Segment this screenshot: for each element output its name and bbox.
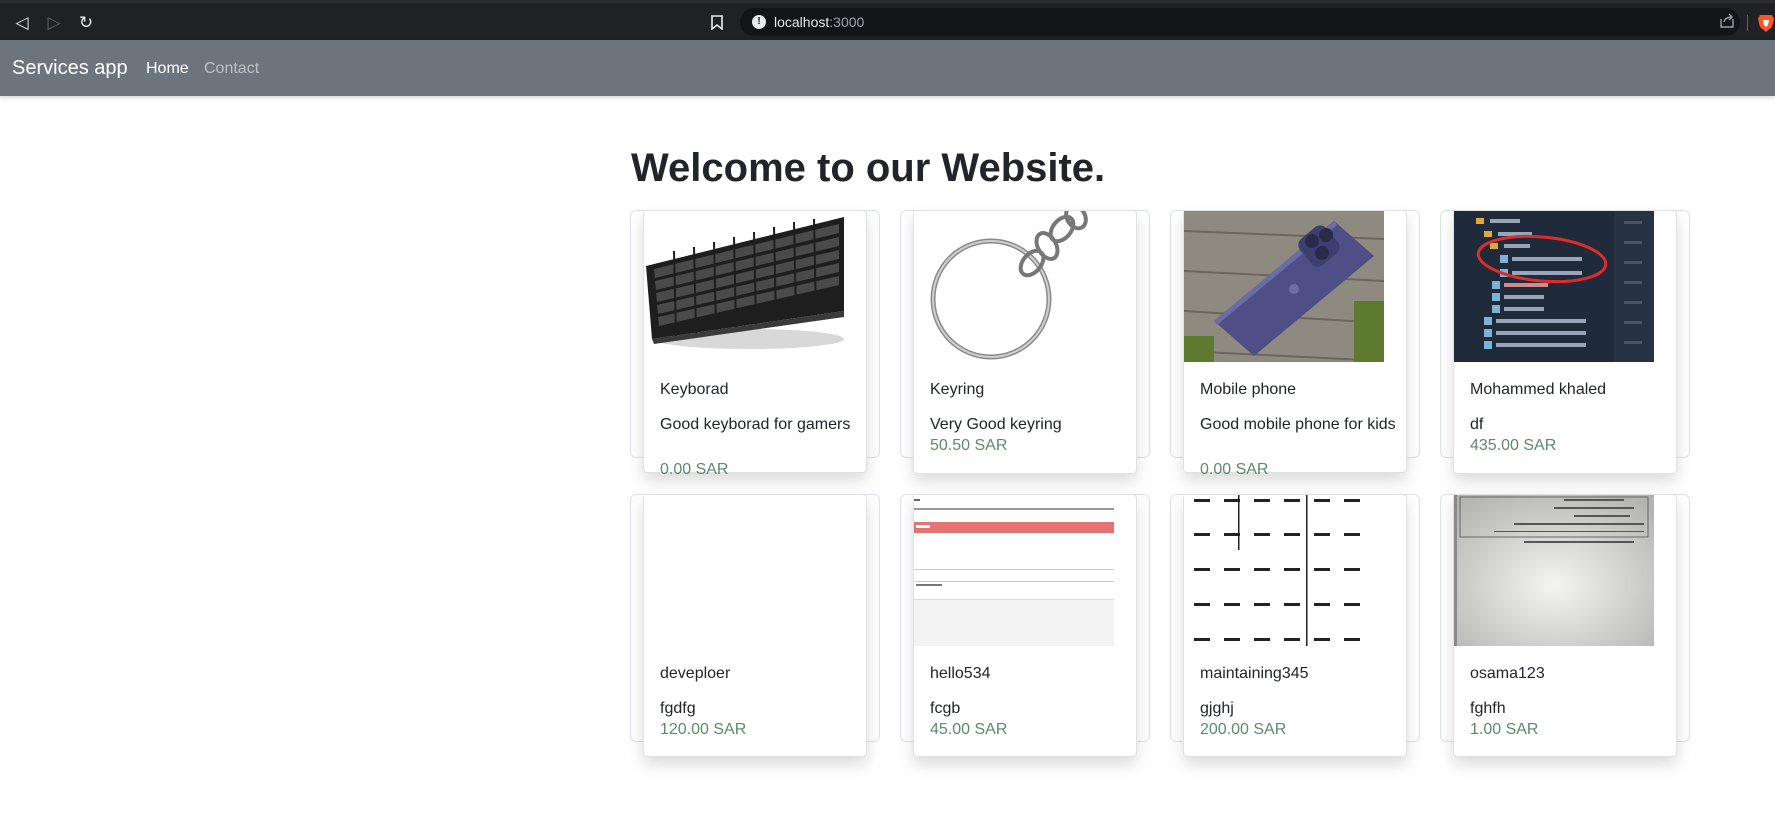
nav-contact-link[interactable]: Contact xyxy=(204,60,259,78)
product-price: 1.00 SAR xyxy=(1470,721,1539,738)
product-description: Very Good keyring xyxy=(930,416,1062,433)
navbar-brand[interactable]: Services app xyxy=(12,57,128,80)
product-description: fghfh xyxy=(1470,700,1506,717)
product-name: maintaining345 xyxy=(1200,665,1309,682)
product-card[interactable]: Mohammed khaled df 435.00 SAR xyxy=(1453,210,1677,474)
product-image-document-scan xyxy=(1454,495,1654,646)
product-name: hello534 xyxy=(930,665,991,682)
product-price: 435.00 SAR xyxy=(1470,437,1557,454)
site-info-icon[interactable]: ! xyxy=(752,15,766,29)
product-image-form-screenshot xyxy=(914,495,1114,646)
product-price: 50.50 SAR xyxy=(930,437,1008,454)
product-name: Keyring xyxy=(930,381,985,398)
url-text[interactable]: localhost:3000 xyxy=(774,14,864,30)
product-description: Good mobile phone for kids xyxy=(1200,416,1396,433)
back-icon[interactable]: ◁ xyxy=(10,11,34,35)
address-bar[interactable]: ! localhost:3000 xyxy=(740,8,1740,36)
product-image-keyboard xyxy=(644,211,844,362)
product-price: 0.00 SAR xyxy=(660,461,729,478)
product-card[interactable]: hello534 fcgb 45.00 SAR xyxy=(913,494,1137,757)
toolbar-divider xyxy=(1747,15,1748,31)
forward-icon[interactable]: ▷ xyxy=(42,11,66,35)
product-card[interactable]: maintaining345 gjghj 200.00 SAR xyxy=(1183,494,1407,757)
product-description: fcgb xyxy=(930,700,961,717)
page-heading: Welcome to our Website. xyxy=(631,146,1106,190)
product-card[interactable]: osama123 fghfh 1.00 SAR xyxy=(1453,494,1677,757)
product-name: deveploer xyxy=(660,665,731,682)
bookmark-icon[interactable] xyxy=(708,11,726,35)
nav-home-link[interactable]: Home xyxy=(146,60,189,78)
product-image-pattern xyxy=(1184,495,1384,646)
product-image-file-tree xyxy=(1454,211,1654,362)
product-description: Good keyborad for gamers xyxy=(660,416,851,433)
product-price: 200.00 SAR xyxy=(1200,721,1287,738)
product-card[interactable]: Keyborad Good keyborad for gamers 0.00 S… xyxy=(643,210,867,478)
product-name: Mohammed khaled xyxy=(1470,381,1607,398)
product-description: fgdfg xyxy=(660,700,696,717)
product-price: 0.00 SAR xyxy=(1200,461,1269,478)
product-card[interactable]: Mobile phone Good mobile phone for kids … xyxy=(1183,210,1407,478)
reload-icon[interactable]: ↻ xyxy=(74,11,98,35)
product-description: gjghj xyxy=(1200,700,1234,717)
product-name: Mobile phone xyxy=(1200,381,1297,398)
product-price: 45.00 SAR xyxy=(930,721,1008,738)
product-card[interactable]: Keyring Very Good keyring 50.50 SAR xyxy=(913,210,1137,474)
product-image-keyring xyxy=(914,211,1114,362)
product-description: df xyxy=(1470,416,1484,433)
product-name: Keyborad xyxy=(660,381,729,398)
browser-toolbar: ◁ ▷ ↻ ! localhost:3000 xyxy=(0,0,1775,40)
share-icon[interactable] xyxy=(1718,13,1736,31)
product-image-blank xyxy=(644,495,844,646)
brave-lion-icon[interactable] xyxy=(1757,13,1775,33)
product-name: osama123 xyxy=(1470,665,1545,682)
product-price: 120.00 SAR xyxy=(660,721,747,738)
product-image-phone xyxy=(1184,211,1384,362)
product-card[interactable]: deveploer fgdfg 120.00 SAR xyxy=(643,494,867,757)
app-navbar: Services app Home Contact xyxy=(0,40,1775,96)
